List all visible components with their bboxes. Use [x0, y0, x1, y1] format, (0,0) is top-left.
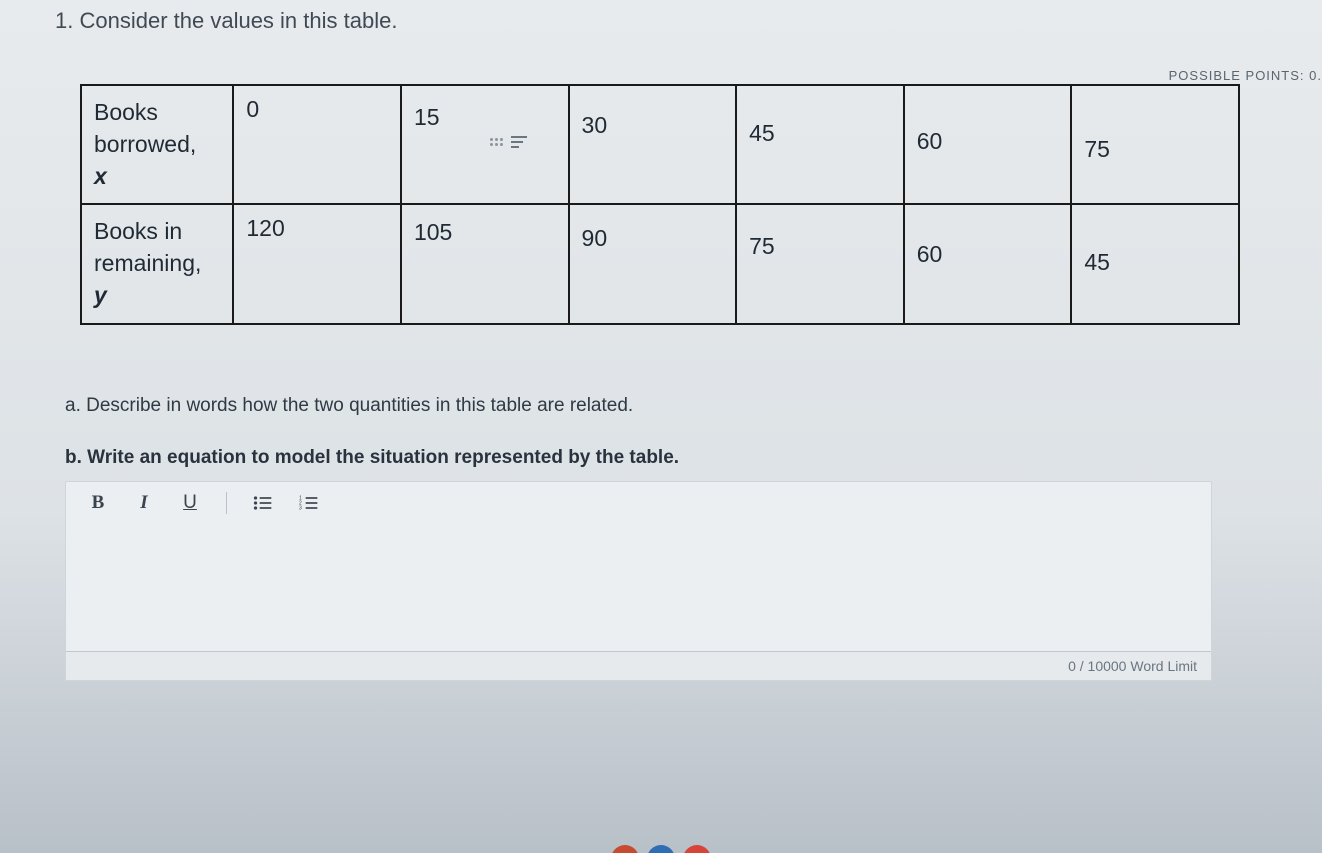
row-header-y: Books in remaining, y	[81, 204, 233, 324]
taskbar-peek	[0, 845, 1322, 853]
italic-button[interactable]: I	[134, 492, 154, 514]
bold-button[interactable]: B	[88, 492, 108, 514]
cell-x-3: 45	[736, 85, 904, 204]
answer-editor: B I U 1 2 3	[65, 481, 1212, 681]
cell-y-5: 45	[1071, 204, 1239, 324]
table-drag-handle[interactable]	[490, 136, 527, 148]
question-number: 1.	[55, 8, 73, 33]
cell-x-4: 60	[904, 85, 1072, 204]
numbered-list-icon: 1 2 3	[299, 494, 319, 512]
toolbar-divider	[226, 492, 227, 514]
possible-points-label: POSSIBLE POINTS: 0.	[1169, 68, 1322, 83]
editor-toolbar: B I U 1 2 3	[66, 482, 1211, 522]
cell-y-0: 120	[233, 204, 401, 324]
underline-button[interactable]: U	[180, 492, 200, 514]
row-label: Books in remaining,	[94, 218, 201, 276]
cell-y-3: 75	[736, 204, 904, 324]
dock-app-icon[interactable]	[683, 845, 711, 853]
cell-y-4: 60	[904, 204, 1072, 324]
subquestion-a: a. Describe in words how the two quantit…	[65, 395, 1282, 417]
row-header-x: Books borrowed, x	[81, 85, 233, 204]
row-variable: y	[94, 282, 107, 308]
cell-x-0: 0	[233, 85, 401, 204]
sort-lines-icon	[511, 136, 527, 148]
data-table: Books borrowed, x 0 15 30 45 60 75 Books…	[80, 84, 1240, 325]
cell-y-1: 105	[401, 204, 569, 324]
numbered-list-button[interactable]: 1 2 3	[299, 494, 319, 512]
question-text: Consider the values in this table.	[79, 8, 397, 33]
row-label: Books borrowed,	[94, 99, 196, 157]
subquestion-b: b. Write an equation to model the situat…	[65, 447, 1282, 469]
table-row: Books borrowed, x 0 15 30 45 60 75	[81, 85, 1239, 204]
table-row: Books in remaining, y 120 105 90 75 60 4…	[81, 204, 1239, 324]
grip-dots-icon	[490, 138, 503, 146]
word-limit-label: 0 / 10000 Word Limit	[66, 652, 1211, 680]
bullet-list-button[interactable]	[253, 494, 273, 512]
cell-x-2: 30	[569, 85, 737, 204]
cell-x-5: 75	[1071, 85, 1239, 204]
dock-app-icon[interactable]	[611, 845, 639, 853]
dock-app-icon[interactable]	[647, 845, 675, 853]
cell-y-2: 90	[569, 204, 737, 324]
question-prompt: 1. Consider the values in this table.	[55, 8, 1282, 34]
svg-text:3: 3	[299, 505, 302, 511]
answer-textarea[interactable]	[66, 522, 1211, 652]
row-variable: x	[94, 163, 107, 189]
cell-x-1: 15	[401, 85, 569, 204]
bullet-list-icon	[253, 494, 273, 512]
